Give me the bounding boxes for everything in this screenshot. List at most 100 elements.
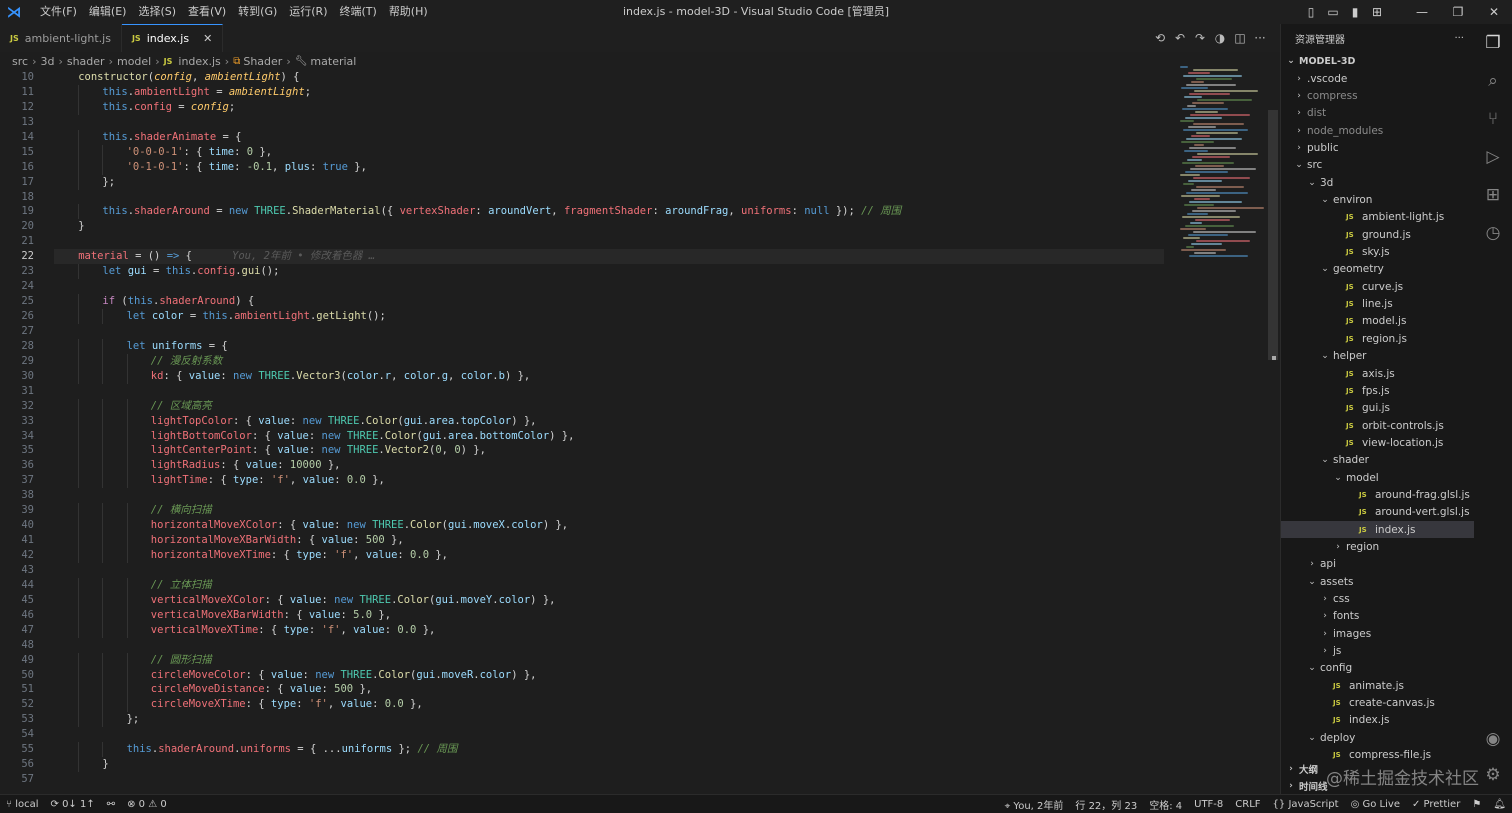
tree-folder[interactable]: › js <box>1281 642 1474 659</box>
accounts-icon[interactable]: ◉ <box>1474 720 1512 758</box>
tree-folder[interactable]: › dist <box>1281 105 1474 122</box>
code-line[interactable]: let color = this.ambientLight.getLight()… <box>54 309 1164 324</box>
tree-folder[interactable]: ⌄ src <box>1281 157 1474 174</box>
language-status[interactable]: {} JavaScript <box>1267 799 1345 810</box>
tree-file[interactable]: JS gui.js <box>1281 400 1474 417</box>
toggle-sidebar-icon[interactable]: ▯ <box>1302 3 1320 21</box>
run-debug-icon[interactable]: ▷ <box>1474 138 1512 176</box>
code-line[interactable]: lightTopColor: { value: new THREE.Color(… <box>54 413 1164 429</box>
tree-file[interactable]: JS around-vert.glsl.js <box>1281 504 1474 521</box>
tree-file[interactable]: JS model.js <box>1281 313 1474 330</box>
menu-item[interactable]: 编辑(E) <box>83 0 133 24</box>
code-line[interactable]: this.config = config; <box>54 99 1164 115</box>
code-line[interactable]: kd: { value: new THREE.Vector3(color.r, … <box>54 368 1164 384</box>
tree-file[interactable]: JS animate.js <box>1281 677 1474 694</box>
code-line[interactable]: let gui = this.config.gui(); <box>54 264 1164 280</box>
toggle-panel-icon[interactable]: ▭ <box>1324 3 1342 21</box>
tree-file[interactable]: JS sky.js <box>1281 243 1474 260</box>
menu-item[interactable]: 选择(S) <box>132 0 182 24</box>
code-line[interactable]: circleMoveXTime: { type: 'f', value: 0.0… <box>54 697 1164 713</box>
code-line[interactable]: // 圆形扫描 <box>54 652 1164 668</box>
code-editor[interactable]: 10 11 12 13 14 15 16 17 18 19 20 21 22 23 24 25 26 27 28 29… <box>0 70 1280 794</box>
tree-file[interactable]: JS index.js <box>1281 520 1474 539</box>
git-compare-icon[interactable]: ⟲ <box>1151 29 1169 47</box>
restore-icon[interactable]: ❐ <box>1440 0 1476 24</box>
code-line[interactable]: material = () => {You, 2年前 • 修改着色器 … <box>54 249 1164 265</box>
breadcrumb-item[interactable]: index.js <box>178 55 220 68</box>
customize-layout-icon[interactable]: ⊞ <box>1368 3 1386 21</box>
settings-gear-icon[interactable]: ⚙ <box>1474 756 1512 794</box>
tree-file[interactable]: JS line.js <box>1281 295 1474 312</box>
branch-status[interactable]: ⑂ local <box>0 799 45 810</box>
feedback-icon[interactable]: ⚑ <box>1466 799 1487 810</box>
source-control-icon[interactable]: ⑂ <box>1474 100 1512 138</box>
menu-item[interactable]: 查看(V) <box>182 0 232 24</box>
sync-status[interactable]: ⟳ 0↓ 1↑ <box>45 799 101 810</box>
tab-ambient-light[interactable]: JS ambient-light.js <box>0 24 122 52</box>
problems-status[interactable]: ⊗ 0 ⚠ 0 <box>121 799 173 810</box>
code-line[interactable]: horizontalMoveXTime: { type: 'f', value:… <box>54 548 1164 563</box>
workspace-folder[interactable]: ⌄ MODEL-3D <box>1281 52 1474 70</box>
code-line[interactable] <box>54 190 1164 205</box>
breadcrumb-item[interactable]: 3d <box>40 55 54 68</box>
code-line[interactable]: lightTime: { type: 'f', value: 0.0 }, <box>54 473 1164 489</box>
tab-close-icon[interactable]: ✕ <box>203 32 212 45</box>
tree-folder[interactable]: › images <box>1281 625 1474 642</box>
code-line[interactable]: // 横向扫描 <box>54 503 1164 519</box>
code-line[interactable] <box>54 279 1164 294</box>
code-line[interactable]: // 漫反射系数 <box>54 353 1164 369</box>
tree-folder[interactable]: › fonts <box>1281 608 1474 625</box>
code-line[interactable]: this.shaderAround = new THREE.ShaderMate… <box>54 204 1164 220</box>
tree-file[interactable]: JS ambient-light.js <box>1281 209 1474 226</box>
code-line[interactable]: // 立体扫描 <box>54 577 1164 593</box>
code-line[interactable]: circleMoveColor: { value: new THREE.Colo… <box>54 667 1164 683</box>
code-line[interactable]: verticalMoveXBarWidth: { value: 5.0 }, <box>54 607 1164 623</box>
tree-folder[interactable]: › .vscode <box>1281 70 1474 87</box>
editor-scrollbar[interactable] <box>1268 70 1278 794</box>
breadcrumb-item[interactable]: src <box>12 55 28 68</box>
menu-item[interactable]: 转到(G) <box>232 0 283 24</box>
tree-file[interactable]: JS region.js <box>1281 330 1474 347</box>
breadcrumb-item[interactable]: shader <box>67 55 105 68</box>
code-line[interactable]: '0-1-0-1': { time: -0.1, plus: true }, <box>54 159 1164 175</box>
encoding-status[interactable]: UTF-8 <box>1188 799 1229 810</box>
tree-file[interactable]: JS curve.js <box>1281 278 1474 295</box>
code-line[interactable]: lightBottomColor: { value: new THREE.Col… <box>54 428 1164 444</box>
tree-folder[interactable]: › api <box>1281 556 1474 573</box>
code-line[interactable]: let uniforms = { <box>54 338 1164 354</box>
code-line[interactable]: constructor(config, ambientLight) { <box>54 70 1164 85</box>
eol-status[interactable]: CRLF <box>1229 799 1266 810</box>
tree-folder[interactable]: ⌄ deploy <box>1281 729 1474 746</box>
go-back-icon[interactable]: ↶ <box>1171 29 1189 47</box>
tree-file[interactable]: JS index.js <box>1281 712 1474 729</box>
indentation-status[interactable]: 空格: 4 <box>1143 797 1188 812</box>
blame-status[interactable]: ⌖ You, 2年前 <box>999 797 1070 812</box>
more-actions-icon[interactable]: ··· <box>1251 29 1269 47</box>
code-line[interactable] <box>54 563 1164 578</box>
menu-item[interactable]: 文件(F) <box>34 0 83 24</box>
code-line[interactable] <box>54 234 1164 249</box>
code-line[interactable] <box>54 727 1164 742</box>
tree-folder[interactable]: ⌄ 3d <box>1281 174 1474 191</box>
code-line[interactable]: verticalMoveXTime: { type: 'f', value: 0… <box>54 622 1164 638</box>
cursor-position[interactable]: 行 22，列 23 <box>1069 797 1143 812</box>
tree-folder[interactable]: ⌄ config <box>1281 660 1474 677</box>
tree-folder[interactable]: › css <box>1281 590 1474 607</box>
code-line[interactable]: }; <box>54 174 1164 190</box>
search-icon[interactable]: ⌕ <box>1474 62 1512 100</box>
tree-file[interactable]: JS view-location.js <box>1281 434 1474 451</box>
tree-folder[interactable]: ⌄ model <box>1281 469 1474 486</box>
code-line[interactable]: horizontalMoveXBarWidth: { value: 500 }, <box>54 533 1164 548</box>
code-area[interactable]: constructor(config, ambientLight) { this.… <box>54 70 1164 794</box>
explorer-icon[interactable]: ❐ <box>1474 24 1512 62</box>
code-line[interactable] <box>54 638 1164 653</box>
code-line[interactable] <box>54 488 1164 503</box>
remote-status-icon[interactable]: ⚯ <box>101 799 121 810</box>
menu-item[interactable]: 帮助(H) <box>383 0 434 24</box>
code-line[interactable] <box>54 384 1164 399</box>
breadcrumb-item[interactable]: material <box>310 55 356 68</box>
tree-file[interactable]: JS orbit-controls.js <box>1281 417 1474 434</box>
notifications-bell-icon[interactable]: 🔔︎ <box>1487 799 1512 810</box>
code-line[interactable]: '0-0-0-1': { time: 0 }, <box>54 144 1164 160</box>
go-forward-icon[interactable]: ↷ <box>1191 29 1209 47</box>
